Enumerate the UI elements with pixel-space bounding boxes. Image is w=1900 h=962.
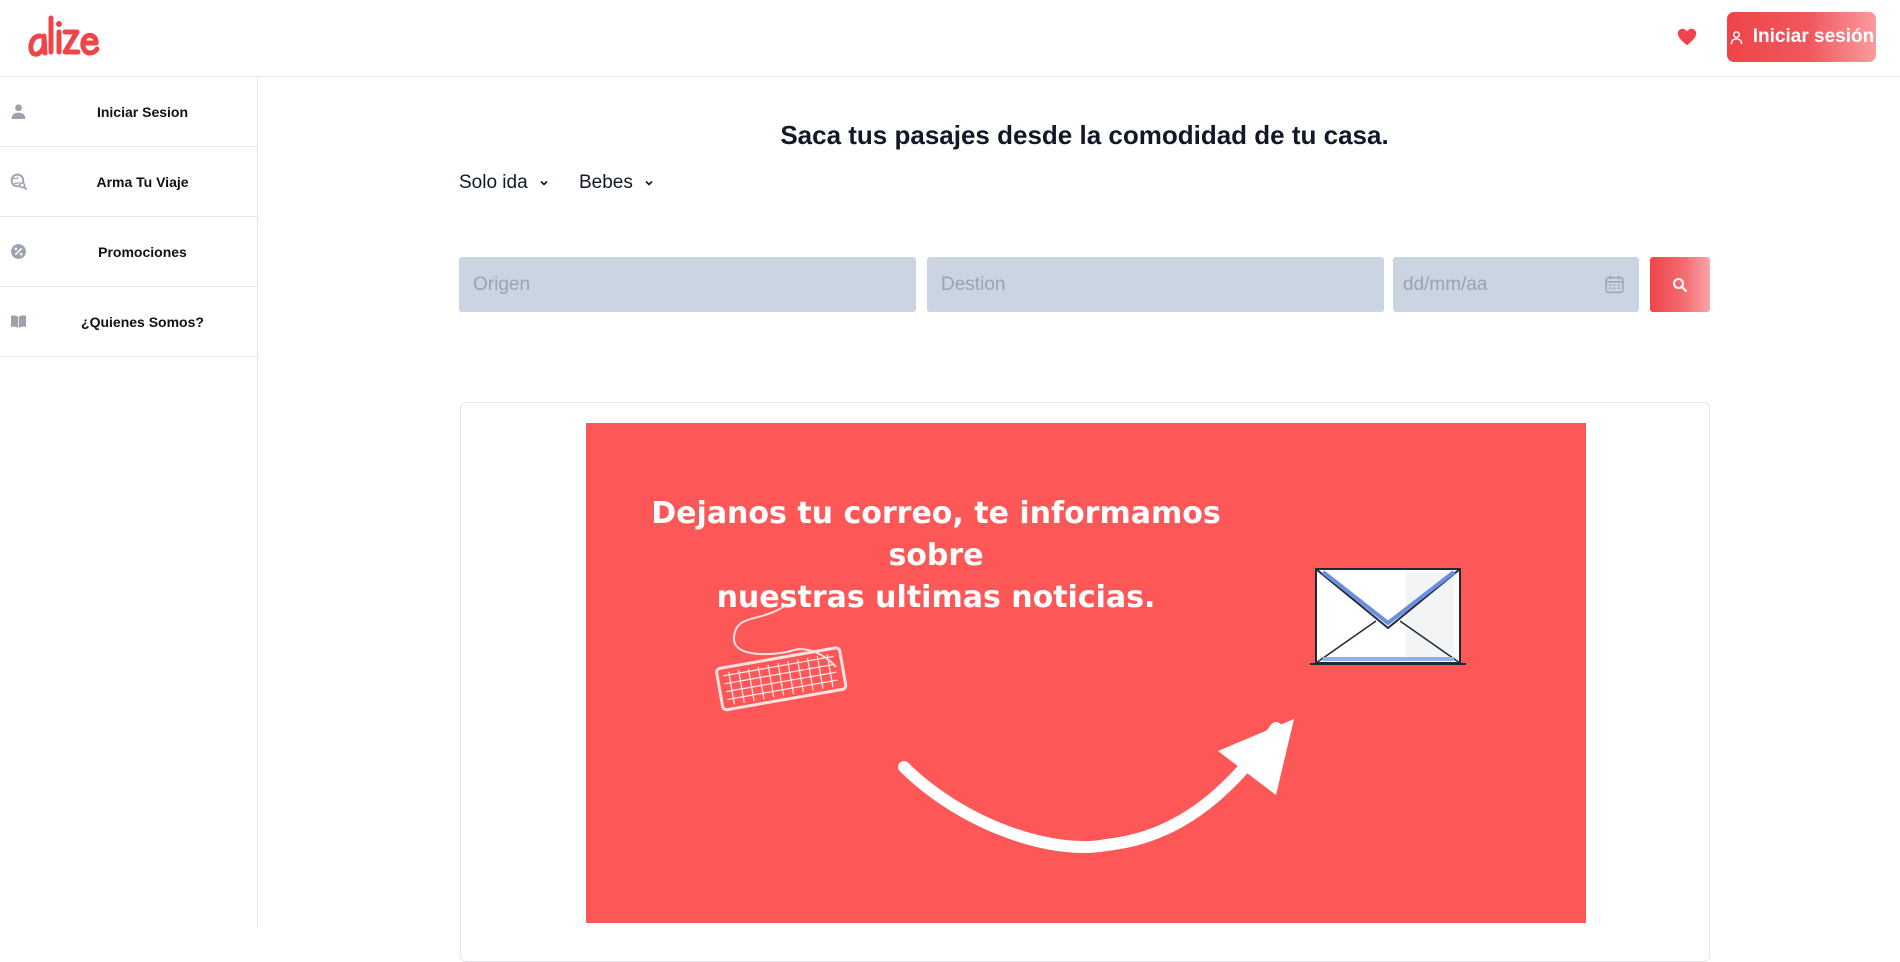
date-placeholder: dd/mm/aa (1403, 274, 1488, 295)
passengers-dropdown[interactable]: Bebes (579, 172, 655, 194)
alize-logo[interactable] (26, 12, 100, 58)
login-button[interactable]: Iniciar sesión (1727, 12, 1876, 62)
discount-badge-icon (11, 244, 26, 259)
date-input[interactable]: dd/mm/aa (1393, 257, 1639, 312)
page-title: Saca tus pasajes desde la comodidad de t… (780, 120, 1389, 150)
sidebar: Iniciar Sesion Arma Tu Viaje Promociones… (0, 77, 258, 927)
keyboard-icon (715, 604, 848, 712)
calendar-icon[interactable] (1604, 274, 1625, 295)
chevron-down-icon (540, 180, 548, 186)
main-content: Saca tus pasajes desde la comodidad de t… (259, 77, 1900, 962)
trip-type-value: Solo ida (459, 172, 528, 193)
origin-input[interactable] (459, 257, 916, 312)
sidebar-item-promociones[interactable]: Promociones (0, 217, 257, 287)
heart-icon[interactable] (1676, 26, 1698, 48)
user-icon (1730, 30, 1743, 44)
search-button[interactable] (1650, 257, 1710, 312)
sidebar-item-label: ¿Quienes Somos? (81, 313, 204, 330)
search-icon (1673, 277, 1688, 292)
chevron-down-icon (645, 180, 653, 186)
sidebar-item-label: Arma Tu Viaje (96, 173, 189, 190)
newsletter-text-line1: Dejanos tu correo, te informamos sobre (651, 496, 1221, 573)
sidebar-item-arma-tu-viaje[interactable]: Arma Tu Viaje (0, 147, 257, 217)
destination-input[interactable] (927, 257, 1384, 312)
newsletter-banner[interactable]: Dejanos tu correo, te informamos sobre n… (586, 423, 1586, 923)
login-button-label: Iniciar sesión (1752, 26, 1875, 47)
sidebar-item-label: Promociones (98, 243, 187, 260)
book-open-icon (10, 315, 27, 329)
newsletter-text: Dejanos tu correo, te informamos sobre n… (636, 493, 1236, 619)
sidebar-item-iniciar-sesion[interactable]: Iniciar Sesion (0, 77, 257, 147)
globe-search-icon (10, 173, 27, 190)
sidebar-item-quienes-somos[interactable]: ¿Quienes Somos? (0, 287, 257, 357)
top-navbar: Iniciar sesión (0, 0, 1900, 77)
trip-type-dropdown[interactable]: Solo ida (459, 172, 550, 194)
newsletter-card: Dejanos tu correo, te informamos sobre n… (460, 402, 1710, 962)
envelope-icon (1310, 568, 1466, 665)
sidebar-item-label: Iniciar Sesion (96, 103, 189, 120)
user-icon (11, 104, 26, 119)
passengers-value: Bebes (579, 172, 633, 193)
newsletter-text-line2: nuestras ultimas noticias. (716, 580, 1156, 615)
arrow-icon (898, 719, 1294, 854)
